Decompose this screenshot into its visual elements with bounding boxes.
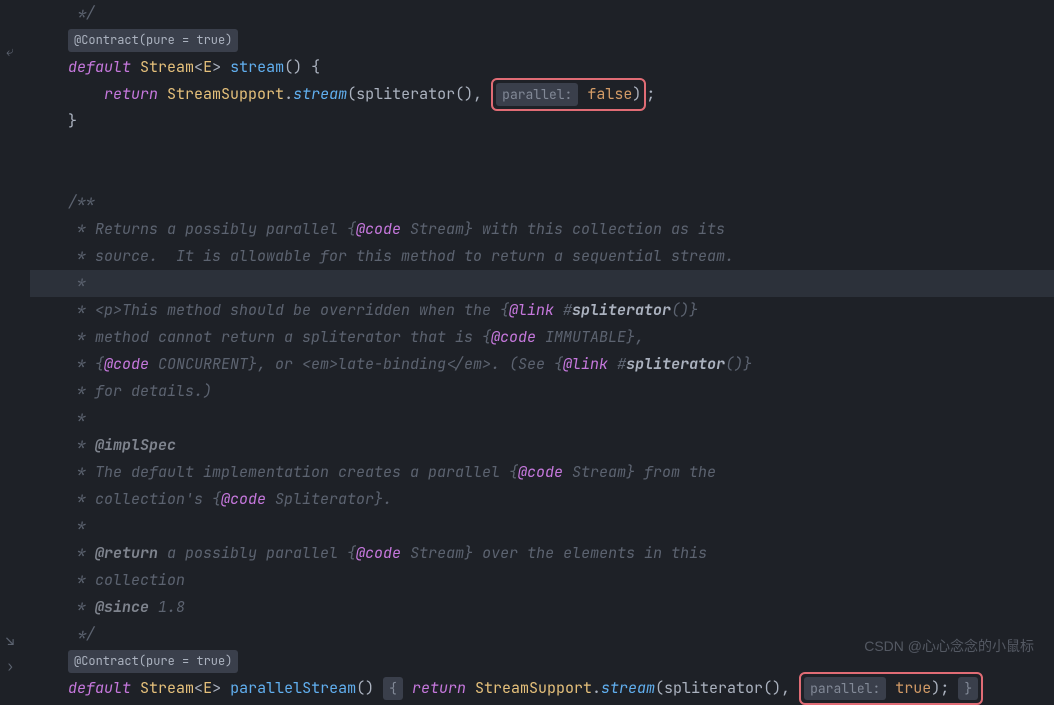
code-line: * {@code CONCURRENT}, or <em>late-bindin… xyxy=(30,351,1054,378)
code-line: * xyxy=(30,513,1054,540)
watermark: CSDN @心心念念的小鼠标 xyxy=(864,634,1034,659)
code-line: * The default implementation creates a p… xyxy=(30,459,1054,486)
code-line: * @return a possibly parallel {@code Str… xyxy=(30,540,1054,567)
code-line: * xyxy=(30,405,1054,432)
highlight-box-false: parallel: false) xyxy=(491,78,646,111)
code-line: */ xyxy=(30,0,1054,27)
contract-annotation: @Contract(pure = true) xyxy=(68,29,238,53)
code-line-highlighted: * xyxy=(30,270,1054,297)
code-line xyxy=(30,162,1054,189)
highlight-box-true: parallel: true); } xyxy=(799,672,983,705)
code-line: /** xyxy=(30,189,1054,216)
code-line: * collection xyxy=(30,567,1054,594)
code-line: * Returns a possibly parallel {@code Str… xyxy=(30,216,1054,243)
editor-gutter: ⤶ ↘ › xyxy=(0,0,30,671)
code-line: * @since 1.8 xyxy=(30,594,1054,621)
code-line: * method cannot return a spliterator tha… xyxy=(30,324,1054,351)
contract-annotation: @Contract(pure = true) xyxy=(68,650,238,674)
code-editor[interactable]: */ @Contract(pure = true) default Stream… xyxy=(0,0,1054,702)
code-line: * @implSpec xyxy=(30,432,1054,459)
code-line: * <p>This method should be overridden wh… xyxy=(30,297,1054,324)
code-line: * source. It is allowable for this metho… xyxy=(30,243,1054,270)
parallel-hint: parallel: xyxy=(496,83,578,106)
gutter-icon: ↘ › xyxy=(6,630,30,680)
parallel-hint: parallel: xyxy=(804,677,886,700)
code-line: * for details.) xyxy=(30,378,1054,405)
code-line: } xyxy=(30,108,1054,135)
code-line: @Contract(pure = true) xyxy=(30,27,1054,54)
code-line: * collection's {@code Spliterator}. xyxy=(30,486,1054,513)
brace-hint: } xyxy=(958,677,978,700)
code-line: default Stream<E> parallelStream() { ret… xyxy=(30,675,1054,702)
code-line xyxy=(30,135,1054,162)
brace-hint: { xyxy=(383,677,403,700)
code-line: return StreamSupport.stream(spliterator(… xyxy=(30,81,1054,108)
code-line: default Stream<E> stream() { xyxy=(30,54,1054,81)
gutter-icon: ⤶ xyxy=(6,40,14,65)
